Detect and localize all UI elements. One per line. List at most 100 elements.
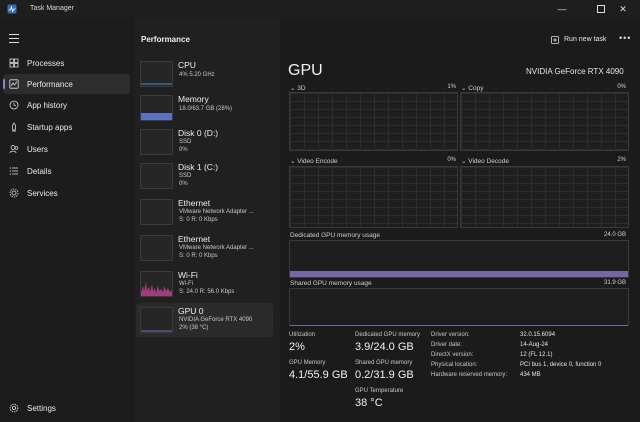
info-key: Physical location: (431, 362, 478, 368)
minimize-icon: — (557, 4, 567, 14)
performance-icon (9, 79, 19, 89)
sidebar-item-label: App history (27, 101, 68, 110)
info-value: 14-Aug-24 (520, 342, 549, 348)
sidebar-item-label: Services (27, 189, 58, 198)
minimize-button[interactable]: — (551, 2, 573, 16)
title-bar: Task Manager — ✕ (0, 0, 640, 18)
info-value: 12 (FL 12.1) (520, 352, 553, 358)
hamburger-menu-icon[interactable] (9, 34, 19, 43)
run-new-task-button[interactable]: Run new task (564, 36, 606, 43)
app-history-icon (9, 100, 19, 110)
settings-button[interactable]: Settings (3, 398, 130, 418)
device-detail: 0% (179, 181, 188, 187)
engine-graph-3d (289, 92, 458, 151)
engine-pct-copy: 0% (617, 84, 626, 90)
disk-thumbnail-graph (140, 129, 173, 155)
gpu-temp-label: GPU Temperature (355, 388, 404, 394)
device-detail: S: 0 R: 0 Kbps (179, 253, 218, 259)
sidebar-item-details[interactable]: Details (3, 161, 130, 181)
dedicated-memory-max: 24.0 GB (603, 232, 626, 238)
device-memory[interactable]: Memory 18.0/63.7 GB (28%) (136, 91, 273, 125)
device-name: Ethernet (178, 198, 211, 208)
sidebar-item-services[interactable]: Services (3, 183, 130, 203)
sidebar: Processes Performance App history Startu… (0, 18, 134, 422)
disk-thumbnail-graph (140, 163, 173, 189)
details-icon (9, 167, 18, 175)
maximize-icon (597, 5, 605, 13)
device-detail: 0% (179, 147, 188, 153)
task-manager-icon (7, 4, 17, 14)
close-button[interactable]: ✕ (612, 2, 634, 16)
gpu-model-name: NVIDIA GeForce RTX 4090 (526, 67, 624, 76)
more-options-icon[interactable]: ••• (619, 33, 631, 43)
engine-label-3d[interactable]: ⌄ 3D (290, 84, 306, 92)
device-name: Ethernet (178, 234, 211, 244)
device-cpu[interactable]: CPU 4% 5.20 GHz (136, 57, 273, 91)
device-detail: 4% 5.20 GHz (179, 72, 215, 78)
dedicated-memory-graph-label: Dedicated GPU memory usage (290, 232, 380, 239)
shared-mem-label: Shared GPU memory (355, 360, 413, 366)
window-title: Task Manager (30, 5, 74, 12)
device-ethernet-1[interactable]: Ethernet VMware Network Adapter ... S: 0… (136, 195, 273, 229)
info-value: 434 MB (520, 372, 541, 378)
gpu-thumbnail-graph (140, 307, 173, 333)
engine-pct-video-encode: 0% (447, 157, 456, 163)
sidebar-item-startup-apps[interactable]: Startup apps (3, 117, 130, 137)
sidebar-item-users[interactable]: Users (3, 139, 130, 159)
device-detail: Wi-Fi (179, 281, 193, 287)
engine-label-video-encode[interactable]: ⌄ Video Encode (290, 157, 338, 165)
wifi-thumbnail-graph (140, 271, 173, 297)
device-name: GPU 0 (178, 306, 204, 316)
engine-label-video-decode[interactable]: ⌄ Video Decode (461, 157, 509, 165)
ethernet-thumbnail-graph (140, 199, 173, 225)
device-detail: SSD (179, 173, 192, 179)
processes-icon (9, 58, 19, 68)
run-new-task-icon (551, 36, 559, 44)
maximize-button[interactable] (590, 2, 612, 16)
device-detail: S: 24.0 R: 56.0 Kbps (179, 289, 235, 295)
sidebar-item-label: Startup apps (27, 123, 73, 132)
sidebar-item-processes[interactable]: Processes (3, 53, 130, 73)
memory-thumbnail-graph (140, 95, 173, 121)
device-detail: 18.0/63.7 GB (28%) (179, 106, 233, 112)
device-name: CPU (178, 60, 196, 70)
shared-memory-graph (289, 288, 629, 326)
device-name: Disk 1 (C:) (178, 162, 219, 172)
engine-graph-copy (460, 92, 629, 151)
users-icon (9, 145, 19, 154)
gpu-mem-label: GPU Memory (289, 360, 326, 366)
shared-memory-max: 31.9 GB (603, 280, 626, 286)
device-detail: NVIDIA GeForce RTX 4090 (179, 317, 253, 323)
sidebar-item-label: Users (27, 145, 48, 154)
dedicated-memory-graph (289, 240, 629, 278)
info-value: 32.0.15.6094 (520, 332, 556, 338)
info-key: Hardware reserved memory: (431, 372, 508, 378)
engine-graph-video-encode (289, 166, 458, 228)
gear-icon (9, 403, 19, 413)
sidebar-item-app-history[interactable]: App history (3, 95, 130, 115)
ethernet-thumbnail-graph (140, 235, 173, 261)
gpu-temp-value: 38 °C (355, 397, 383, 409)
device-gpu-0[interactable]: GPU 0 NVIDIA GeForce RTX 4090 2% (38 °C) (136, 303, 273, 337)
info-key: Driver date: (431, 342, 463, 348)
device-wifi[interactable]: Wi-Fi Wi-Fi S: 24.0 R: 56.0 Kbps (136, 267, 273, 301)
engine-label-copy[interactable]: ⌄ Copy (461, 84, 483, 92)
device-ethernet-2[interactable]: Ethernet VMware Network Adapter ... S: 0… (136, 231, 273, 265)
sidebar-item-label: Details (27, 167, 52, 176)
page-title: Performance (141, 35, 190, 44)
cpu-thumbnail-graph (140, 61, 173, 87)
device-disk-0[interactable]: Disk 0 (D:) SSD 0% (136, 125, 273, 159)
dedicated-mem-label: Dedicated GPU memory (355, 332, 421, 338)
device-name: Wi-Fi (178, 270, 198, 280)
utilization-label: Utilization (289, 332, 316, 338)
gpu-title: GPU (288, 62, 323, 79)
info-key: DirectX version: (431, 352, 474, 358)
utilization-value: 2% (289, 341, 305, 353)
device-detail: SSD (179, 139, 192, 145)
dedicated-mem-value: 3.9/24.0 GB (355, 341, 414, 353)
device-name: Disk 0 (D:) (178, 128, 219, 138)
shared-mem-value: 0.2/31.9 GB (355, 369, 414, 381)
close-icon: ✕ (619, 3, 627, 14)
sidebar-item-performance[interactable]: Performance (3, 74, 130, 94)
device-disk-1[interactable]: Disk 1 (C:) SSD 0% (136, 159, 273, 193)
